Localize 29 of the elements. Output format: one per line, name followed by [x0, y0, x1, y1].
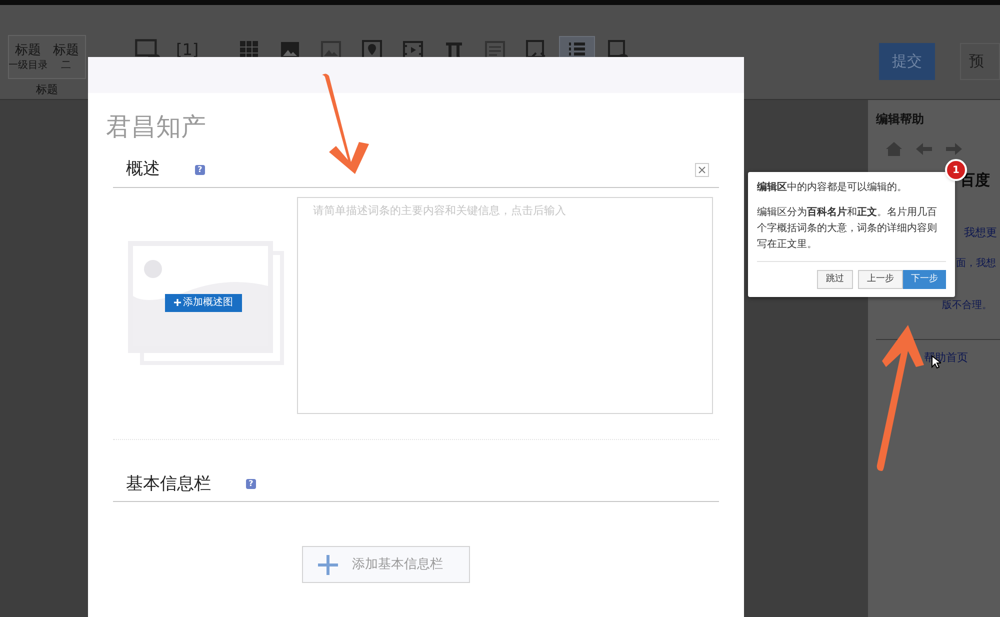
help-title: 编辑帮助: [876, 111, 925, 128]
heading-label: 标题: [15, 42, 41, 58]
help-badge[interactable]: ?: [195, 164, 205, 175]
heading-sublabel: 二: [61, 58, 71, 72]
tour-text: 编辑区分为百科名片和正文。名片用几百个字概括词条的大意，词条的详细内容则写在正文里。: [757, 206, 938, 252]
image-icon: [280, 40, 300, 60]
formula-icon: [444, 40, 464, 60]
summary-field[interactable]: 请简单描述词条的主要内容和关键信息，点击后输入: [297, 196, 713, 414]
entry-title: 君昌知产: [106, 111, 207, 143]
tour-button[interactable]: 跳过: [817, 270, 853, 289]
submit-button[interactable]: 提交: [879, 43, 935, 80]
help-link[interactable]: 我想更: [964, 226, 997, 240]
close-button[interactable]: [695, 162, 709, 177]
section-title: 概述: [126, 158, 161, 181]
help-link[interactable]: 版不合理。: [942, 299, 992, 313]
tour-text: 编辑区中的内容都是可以编辑的。: [757, 180, 908, 195]
section-title: 基本信息栏: [126, 472, 212, 496]
add-image-button[interactable]: 添加概述图: [165, 294, 242, 312]
help-link[interactable]: 面，我想: [956, 257, 996, 271]
code-icon: [526, 40, 546, 60]
tour-button[interactable]: 上一步: [858, 270, 903, 289]
plus-icon: [174, 299, 181, 306]
plus-icon: [318, 554, 338, 574]
heading-label: 标题: [53, 42, 79, 58]
tour-button[interactable]: 下一步: [903, 270, 946, 289]
close-icon: [698, 166, 706, 174]
group-label: 标题: [36, 82, 58, 98]
add-infobox-button[interactable]: 添加基本信息栏: [302, 546, 470, 583]
help-badge[interactable]: ?: [246, 479, 256, 490]
